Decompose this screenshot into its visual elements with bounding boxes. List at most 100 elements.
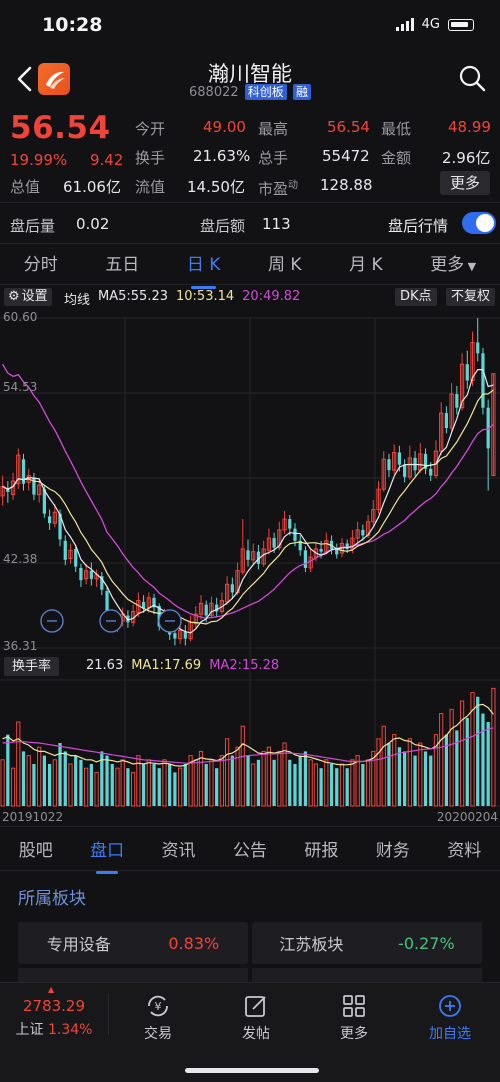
turnover-bar	[266, 746, 272, 807]
turnover-bar	[387, 743, 391, 806]
add-watchlist-button[interactable]: 加自选	[400, 989, 500, 1043]
index-name: 上证	[15, 1022, 44, 1038]
turnover-bar	[173, 772, 177, 806]
index-widget[interactable]: ▲ 2783.29 上证 1.34%	[0, 983, 108, 1043]
turnover-rate-button[interactable]: 换手率	[4, 657, 60, 676]
float-cap-value: 14.50亿	[187, 178, 245, 196]
high-label: 最高	[258, 120, 289, 138]
divider	[0, 202, 500, 203]
turnover-bar	[282, 742, 287, 807]
tab-order-book[interactable]: 盘口	[90, 836, 124, 874]
turnover-bar	[288, 759, 292, 806]
tab-forum[interactable]: 股吧	[19, 836, 53, 866]
turnover-bar	[157, 768, 161, 806]
turnover-bar	[230, 755, 234, 806]
candle-body	[173, 633, 177, 639]
sector-card[interactable]: 江苏板块 -0.27%	[252, 922, 482, 964]
open-label: 今开	[135, 120, 166, 138]
turnover-bar	[350, 759, 355, 807]
dk-point-button[interactable]: DK点	[395, 288, 437, 306]
turnover-bar	[481, 713, 485, 806]
tab-news[interactable]: 资讯	[162, 836, 196, 866]
adjust-button[interactable]: 不复权	[446, 288, 496, 306]
candle-body	[183, 631, 187, 639]
turnover-bar	[261, 750, 266, 807]
ma5-value: MA5:55.23	[98, 289, 168, 304]
status-indicators: 4G	[395, 17, 474, 32]
candle-body	[288, 519, 292, 529]
candle-body	[397, 452, 402, 465]
turnover-bar	[47, 764, 52, 806]
margin-tag: 融	[292, 84, 311, 100]
sector-change: 0.83%	[168, 933, 220, 953]
turnover-label: 换手	[135, 149, 166, 167]
candle-body	[303, 550, 308, 568]
candle-body	[387, 459, 391, 471]
turnover-bar	[403, 751, 407, 806]
turnover-bar	[152, 764, 156, 806]
tab-daily-k[interactable]: 日 K	[187, 250, 220, 289]
turnover-bar	[365, 759, 371, 807]
tab-monthly-k[interactable]: 月 K	[349, 250, 383, 280]
tab-profile[interactable]: 资料	[447, 836, 481, 866]
market-cap-value: 61.06亿	[63, 178, 121, 196]
tab-five-day[interactable]: 五日	[105, 250, 139, 280]
board-tag: 科创板	[244, 84, 287, 100]
stock-code: 688022	[189, 85, 239, 100]
tab-weekly-k[interactable]: 周 K	[268, 250, 302, 280]
turnover-bar	[491, 687, 496, 807]
post-button[interactable]: 发帖	[206, 989, 306, 1043]
ma-label: 均线	[64, 293, 91, 308]
low-label: 最低	[381, 120, 412, 138]
candle-body	[47, 516, 52, 524]
sector-card-partial	[252, 968, 482, 982]
turnover-current: 21.63	[86, 658, 124, 673]
tab-more[interactable]: 更多 ▼	[430, 250, 476, 280]
tab-announcements[interactable]: 公告	[233, 836, 267, 866]
home-indicator	[185, 1068, 319, 1073]
settings-label: 设置	[21, 289, 48, 304]
pe-label: 市盈动	[258, 180, 299, 198]
info-tabs: 股吧 盘口 资讯 公告 研报 财务 资料	[0, 836, 500, 874]
tab-research[interactable]: 研报	[304, 836, 338, 866]
vol-ma2-value: MA2:15.28	[209, 658, 280, 673]
turnover-bar	[58, 743, 62, 806]
search-icon[interactable]	[458, 64, 486, 92]
candle-body	[403, 464, 407, 477]
svg-text:¥: ¥	[155, 1000, 162, 1013]
turnover-bar	[141, 764, 146, 806]
y-axis-label: 36.31	[3, 639, 38, 653]
after-hours-toggle[interactable]	[462, 212, 496, 234]
turnover-bar	[449, 708, 454, 807]
add-watchlist-label: 加自选	[429, 1026, 471, 1042]
tab-financials[interactable]: 财务	[376, 836, 410, 866]
trade-button[interactable]: ¥ 交易	[108, 989, 208, 1043]
turnover-bar	[256, 759, 261, 806]
more-quote-button[interactable]: 更多	[440, 171, 490, 195]
candle-body	[74, 548, 78, 567]
turnover-bar	[126, 768, 130, 806]
more-button[interactable]: 更多	[304, 989, 404, 1043]
turnover-bar	[219, 755, 225, 807]
change-percent: 19.99%	[10, 151, 68, 169]
sector-name: 江苏板块	[279, 935, 344, 954]
high-value: 56.54	[327, 118, 370, 136]
tab-more-label: 更多	[430, 255, 465, 275]
turnover-bar	[146, 759, 151, 807]
turnover-bar	[193, 759, 198, 807]
turnover-bar	[52, 759, 57, 807]
turnover-bar	[329, 764, 334, 806]
candle-body	[63, 540, 67, 560]
turnover-bar	[376, 738, 381, 807]
more-label: 更多	[340, 1026, 368, 1042]
k-line-chart[interactable]	[0, 308, 500, 808]
turnover-bar	[335, 768, 339, 806]
turnover-bar	[486, 722, 490, 806]
turnover-bar	[42, 755, 46, 806]
add-circle-icon	[439, 995, 461, 1017]
chart-settings-button[interactable]: ⚙ 设置	[4, 288, 52, 306]
sector-card[interactable]: 专用设备 0.83%	[18, 922, 248, 964]
network-label: 4G	[421, 17, 440, 32]
gear-icon: ⚙	[8, 289, 20, 304]
tab-intraday[interactable]: 分时	[24, 250, 58, 280]
